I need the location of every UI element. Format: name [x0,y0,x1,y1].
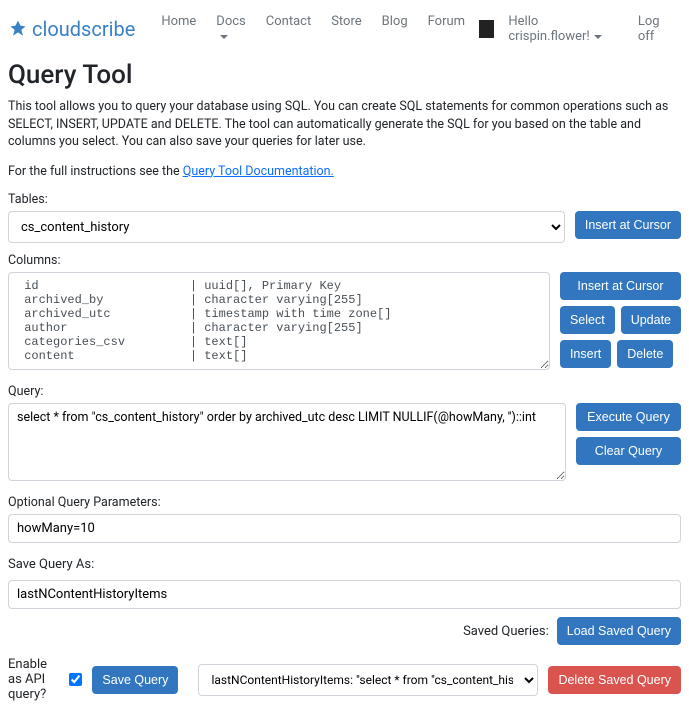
nav-blog[interactable]: Blog [374,10,416,48]
brand-link[interactable]: cloudscribe [8,17,135,41]
params-label: Optional Query Parameters: [8,495,681,510]
nav-greeting[interactable]: Hello crispin.flower! [500,10,623,48]
avatar [479,20,494,38]
nav-links: Home Docs Contact Store Blog Forum [153,10,473,48]
brand-text: cloudscribe [32,17,135,41]
clear-query-button[interactable]: Clear Query [576,437,681,465]
api-label: Enable as API query? [8,657,59,702]
load-saved-query-button[interactable]: Load Saved Query [557,617,681,645]
nav-right: Hello crispin.flower! Log off [479,10,681,48]
tables-insert-cursor-button[interactable]: Insert at Cursor [575,211,681,239]
nav-store[interactable]: Store [323,10,369,48]
nav-home[interactable]: Home [153,10,204,48]
tables-select[interactable]: cs_content_history [8,211,565,243]
page-desc-2: For the full instructions see the Query … [8,163,681,181]
saved-queries-select[interactable]: lastNContentHistoryItems: "select * from… [198,664,538,696]
delete-button[interactable]: Delete [617,340,673,368]
nav-forum[interactable]: Forum [420,10,473,48]
query-label: Query: [8,384,681,399]
update-button[interactable]: Update [621,306,681,334]
docs-link[interactable]: Query Tool Documentation. [183,164,334,179]
insert-button[interactable]: Insert [560,340,611,368]
nav-contact[interactable]: Contact [258,10,319,48]
nav-docs[interactable]: Docs [208,10,253,48]
saved-queries-label: Saved Queries: [463,624,549,639]
api-checkbox[interactable] [69,673,82,686]
tables-label: Tables: [8,192,681,207]
execute-query-button[interactable]: Execute Query [576,403,681,431]
columns-label: Columns: [8,253,681,268]
rocket-icon [8,19,28,39]
page-desc-1: This tool allows you to query your datab… [8,98,681,151]
query-textarea[interactable]: select * from "cs_content_history" order… [8,403,566,481]
params-input[interactable] [8,514,681,543]
save-query-button[interactable]: Save Query [92,666,178,694]
save-as-input[interactable] [8,580,681,609]
navbar: cloudscribe Home Docs Contact Store Blog… [8,4,681,54]
save-as-label: Save Query As: [8,557,94,572]
select-button[interactable]: Select [560,306,615,334]
columns-insert-cursor-button[interactable]: Insert at Cursor [560,272,681,300]
delete-saved-query-button[interactable]: Delete Saved Query [548,666,681,694]
columns-listbox[interactable]: id | uuid[], Primary Key archived_by | c… [8,272,550,370]
page-title: Query Tool [8,60,681,90]
nav-logoff[interactable]: Log off [630,10,681,48]
